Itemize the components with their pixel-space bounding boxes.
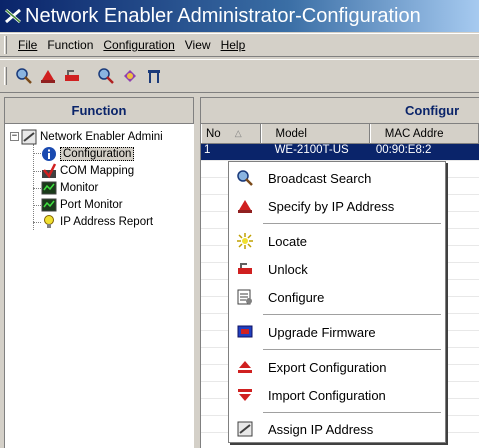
menu-item-label: Assign IP Address xyxy=(268,421,374,437)
table-row[interactable]: 1 WE-2100T-US 00:90:E8:2 xyxy=(201,144,479,161)
tree-item-label: IP Address Report xyxy=(60,215,154,228)
unlock-icon[interactable] xyxy=(61,65,83,87)
menu-separator xyxy=(263,223,441,224)
menu-help-label: Help xyxy=(220,38,246,52)
context-menu: Broadcast Search Specify by IP Address L… xyxy=(228,161,446,443)
upgrade-firmware-icon xyxy=(229,323,261,341)
column-header-mac[interactable]: MAC Addre xyxy=(369,124,479,143)
app-icon xyxy=(4,7,22,25)
menu-item-label: Upgrade Firmware xyxy=(268,324,376,340)
menu-item-label: Import Configuration xyxy=(268,387,386,403)
tree-branch-line xyxy=(33,188,41,189)
tree-item-label: Configuration xyxy=(60,146,135,161)
menu-item-broadcast-search[interactable]: Broadcast Search xyxy=(229,165,445,191)
tree-root[interactable]: Network Enabler Admini xyxy=(21,128,163,145)
locate-icon[interactable] xyxy=(95,65,117,87)
column-header-no-label: No xyxy=(206,127,221,140)
menu-view[interactable]: View xyxy=(180,38,216,52)
column-header-model-label: Model xyxy=(275,127,307,140)
toolbar-grip[interactable] xyxy=(4,67,7,85)
menu-item-label: Locate xyxy=(268,233,308,249)
menu-configuration-label: Configuration xyxy=(103,38,175,52)
com-mapping-icon xyxy=(41,162,57,179)
port-monitor-icon xyxy=(41,197,57,213)
title-bar: Network Enabler Administrator-Configurat… xyxy=(0,0,479,32)
tree-item-monitor[interactable]: Monitor xyxy=(41,179,98,196)
menu-file[interactable]: File xyxy=(13,38,42,52)
menu-item-locate[interactable]: Locate xyxy=(229,228,445,254)
tree-item-label: Monitor xyxy=(60,181,99,194)
cell-mac: 00:90:E8:2 xyxy=(375,144,432,156)
menu-separator xyxy=(263,349,441,350)
menu-item-assign-ip-address[interactable]: Assign IP Address xyxy=(229,416,445,442)
menu-item-label: Unlock xyxy=(268,261,308,277)
menu-item-unlock[interactable]: Unlock xyxy=(229,256,445,282)
menu-item-label: Broadcast Search xyxy=(268,170,372,186)
locate-icon xyxy=(229,232,261,250)
column-headers: No △ Model MAC Addre xyxy=(201,124,479,144)
specify-ip-icon xyxy=(229,197,261,215)
cell-model: WE-2100T-US xyxy=(274,144,349,156)
tree-item-label: Port Monitor xyxy=(60,198,123,211)
menu-item-label: Specify by IP Address xyxy=(268,198,395,214)
tree-item-ip-address-report[interactable]: IP Address Report xyxy=(41,213,153,230)
menu-separator xyxy=(263,314,441,315)
column-header-no[interactable]: No △ xyxy=(201,124,261,143)
menu-configuration[interactable]: Configuration xyxy=(98,38,179,52)
window-title: Network Enabler Administrator-Configurat… xyxy=(25,4,421,27)
menu-item-upgrade-firmware[interactable]: Upgrade Firmware xyxy=(229,319,445,345)
toolbar xyxy=(0,59,479,93)
specify-ip-icon[interactable] xyxy=(37,65,59,87)
network-enabler-icon xyxy=(21,129,37,145)
column-header-mac-label: MAC Addre xyxy=(384,127,444,140)
menu-item-label: Configure xyxy=(268,289,325,305)
lightbulb-icon xyxy=(41,214,57,230)
function-pane: Function − Network Enabler Admini Config… xyxy=(4,97,194,448)
configure-icon xyxy=(229,288,261,306)
info-icon xyxy=(41,146,57,162)
function-header: Function xyxy=(5,98,194,124)
assign-ip-icon xyxy=(229,420,261,438)
tree-root-label: Network Enabler Admini xyxy=(40,130,163,143)
tree-branch-line xyxy=(33,153,41,154)
tree-branch-line xyxy=(33,222,41,223)
tree-collapse-toggle[interactable]: − xyxy=(10,132,19,141)
menu-function[interactable]: Function xyxy=(42,38,98,52)
menu-item-specify-by-ip[interactable]: Specify by IP Address xyxy=(229,193,445,219)
import-icon xyxy=(229,386,261,404)
menu-bar: File Function Configuration View Help xyxy=(0,33,479,57)
tree-branch-line xyxy=(33,171,41,172)
menu-item-label: Export Configuration xyxy=(268,359,387,375)
configure-icon[interactable] xyxy=(119,65,141,87)
tree-item-com-mapping[interactable]: COM Mapping xyxy=(41,162,134,179)
unlock-icon xyxy=(229,260,261,278)
tree-item-port-monitor[interactable]: Port Monitor xyxy=(41,196,123,213)
menu-item-export-configuration[interactable]: Export Configuration xyxy=(229,354,445,380)
tools-icon[interactable] xyxy=(143,65,165,87)
configuration-header: Configur xyxy=(201,98,479,124)
broadcast-search-icon xyxy=(229,169,261,187)
menubar-grip[interactable] xyxy=(4,36,7,54)
tree-item-label: COM Mapping xyxy=(60,164,135,177)
tree-branch-line xyxy=(33,144,34,230)
menu-file-label: File xyxy=(18,38,38,52)
menu-item-import-configuration[interactable]: Import Configuration xyxy=(229,382,445,408)
monitor-icon xyxy=(41,180,57,196)
menu-item-configure[interactable]: Configure xyxy=(229,284,445,310)
cell-no: 1 xyxy=(204,144,211,156)
sort-ascending-icon: △ xyxy=(234,128,242,138)
menu-separator xyxy=(263,412,441,413)
column-header-model[interactable]: Model xyxy=(260,124,370,143)
export-icon xyxy=(229,358,261,376)
menu-help[interactable]: Help xyxy=(216,38,251,52)
tree-branch-line xyxy=(33,205,41,206)
tree-item-configuration[interactable]: Configuration xyxy=(41,145,135,162)
broadcast-search-icon[interactable] xyxy=(13,65,35,87)
